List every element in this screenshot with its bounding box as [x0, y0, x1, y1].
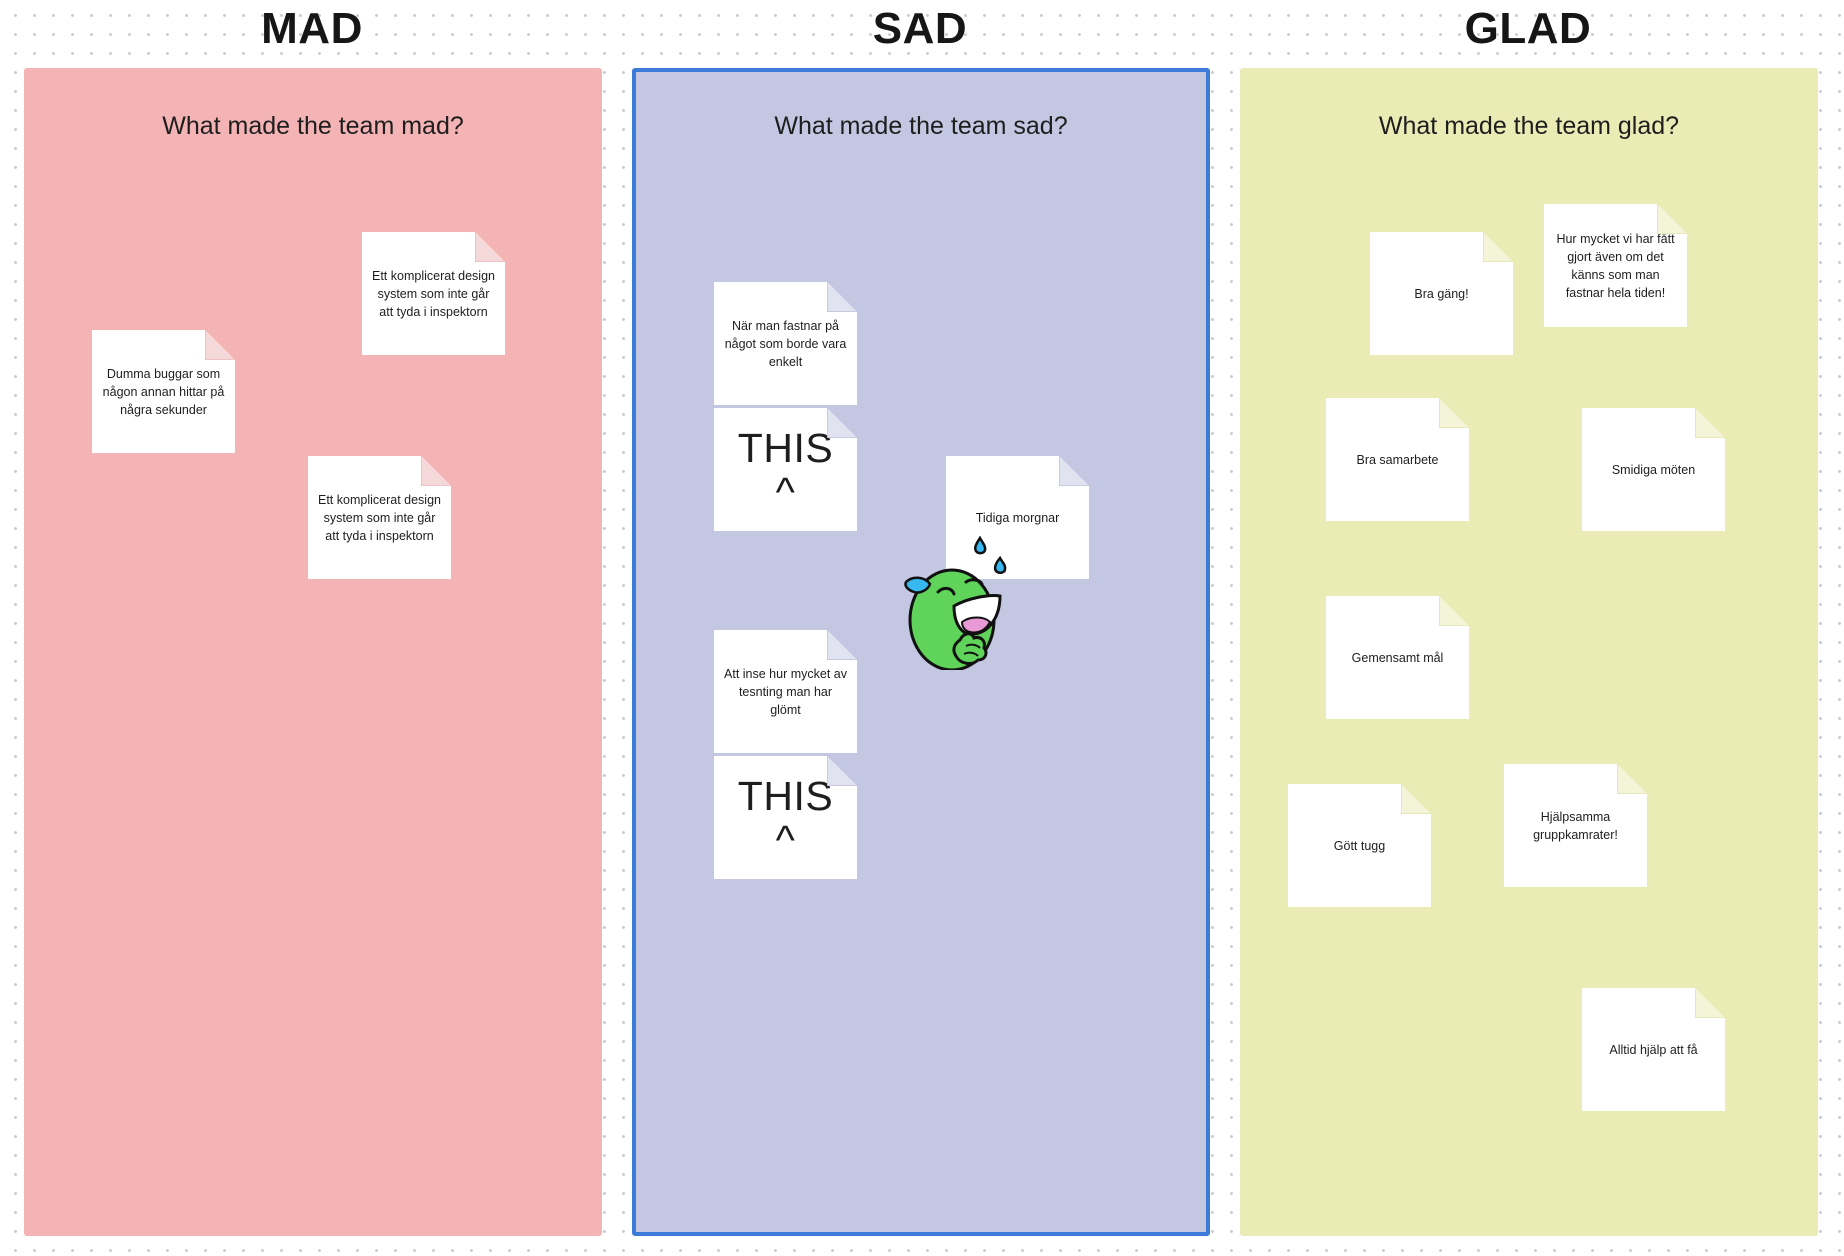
sticky-note-text: Ett komplicerat design system som inte g…: [318, 492, 441, 543]
section-mad[interactable]: What made the team mad?: [24, 68, 602, 1236]
sticky-note-text: Smidiga möten: [1611, 462, 1696, 477]
crying-laughing-face-sticker[interactable]: [902, 536, 1018, 670]
sticky-note-text: Bra gäng!: [1414, 286, 1469, 301]
sticky-note[interactable]: Att inse hur mycket av tesnting man har …: [714, 630, 857, 753]
sticky-note-text: THIS ^: [737, 772, 834, 863]
sticky-note-text: THIS ^: [737, 424, 834, 515]
section-mad-prompt[interactable]: What made the team mad?: [24, 112, 602, 141]
sticky-note[interactable]: Smidiga möten: [1582, 408, 1725, 531]
sticky-note[interactable]: Ett komplicerat design system som inte g…: [362, 232, 505, 355]
sticky-note[interactable]: Ett komplicerat design system som inte g…: [308, 456, 451, 579]
section-glad-prompt[interactable]: What made the team glad?: [1240, 112, 1818, 141]
sticky-note[interactable]: Bra gäng!: [1370, 232, 1513, 355]
sticky-note-text: Dumma buggar som någon annan hittar på n…: [102, 366, 225, 417]
sticky-note[interactable]: Hjälpsamma gruppkamrater!: [1504, 764, 1647, 887]
sticky-note-text: Gemensamt mål: [1351, 650, 1444, 665]
sticky-note[interactable]: Hur mycket vi har fått gjort även om det…: [1544, 204, 1687, 327]
sticky-note-text: Bra samarbete: [1356, 452, 1439, 467]
sticky-note-text: Alltid hjälp att få: [1609, 1042, 1698, 1057]
heading-sad[interactable]: SAD: [720, 4, 1120, 54]
sticky-note-text: Gött tugg: [1333, 838, 1386, 853]
sticky-note[interactable]: När man fastnar på något som borde vara …: [714, 282, 857, 405]
sticky-note-text: Ett komplicerat design system som inte g…: [372, 268, 495, 319]
sticky-note-text: Att inse hur mycket av tesnting man har …: [724, 666, 847, 717]
heading-mad[interactable]: MAD: [112, 4, 512, 54]
whiteboard-canvas[interactable]: MAD SAD GLAD What made the team mad? Wha…: [0, 0, 1844, 1256]
sticky-note[interactable]: THIS ^: [714, 408, 857, 531]
sticky-note[interactable]: Bra samarbete: [1326, 398, 1469, 521]
sticky-note-text: När man fastnar på något som borde vara …: [724, 318, 847, 369]
sticky-note[interactable]: Alltid hjälp att få: [1582, 988, 1725, 1111]
sticky-note[interactable]: Gött tugg: [1288, 784, 1431, 907]
section-sad-prompt[interactable]: What made the team sad?: [636, 112, 1206, 141]
sticky-note[interactable]: Dumma buggar som någon annan hittar på n…: [92, 330, 235, 453]
sticky-note-text: Hur mycket vi har fått gjort även om det…: [1556, 231, 1675, 300]
sticky-note-text: Hjälpsamma gruppkamrater!: [1533, 809, 1618, 842]
sticky-note[interactable]: Gemensamt mål: [1326, 596, 1469, 719]
heading-glad[interactable]: GLAD: [1328, 4, 1728, 54]
sticky-note-text: Tidiga morgnar: [975, 510, 1060, 525]
sticky-note[interactable]: THIS ^: [714, 756, 857, 879]
